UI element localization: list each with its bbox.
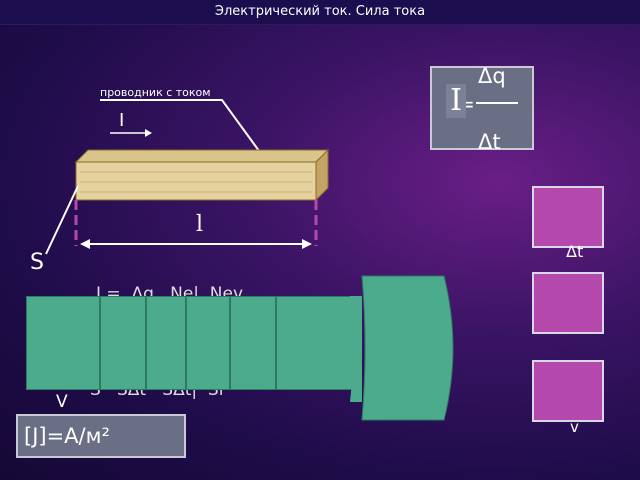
purple-block-3[interactable] bbox=[532, 360, 604, 422]
fraction-bar bbox=[476, 102, 518, 104]
length-label: l bbox=[196, 212, 204, 237]
green-cover-1[interactable] bbox=[26, 296, 100, 390]
green-cover-5[interactable] bbox=[230, 296, 276, 390]
current-label: I bbox=[119, 110, 125, 131]
formula-I: I bbox=[446, 84, 466, 118]
purple-block-2[interactable] bbox=[532, 272, 604, 334]
purple-block-1[interactable] bbox=[532, 186, 604, 248]
green-cover-3[interactable] bbox=[146, 296, 186, 390]
formula-dt: Δt bbox=[478, 130, 501, 154]
green-cover-2[interactable] bbox=[100, 296, 146, 390]
green-cover-end[interactable] bbox=[338, 272, 468, 424]
v-side-label: v bbox=[570, 418, 579, 436]
unit-box: [J]=A/м² bbox=[16, 414, 186, 458]
formula-dq: Δq bbox=[478, 64, 506, 88]
dt-side-label: Δt bbox=[566, 242, 584, 261]
green-cover-4[interactable] bbox=[186, 296, 230, 390]
occluded-formula-v: V bbox=[56, 392, 68, 412]
area-label: S bbox=[30, 250, 44, 275]
conductor-label: проводник с током bbox=[100, 86, 211, 99]
